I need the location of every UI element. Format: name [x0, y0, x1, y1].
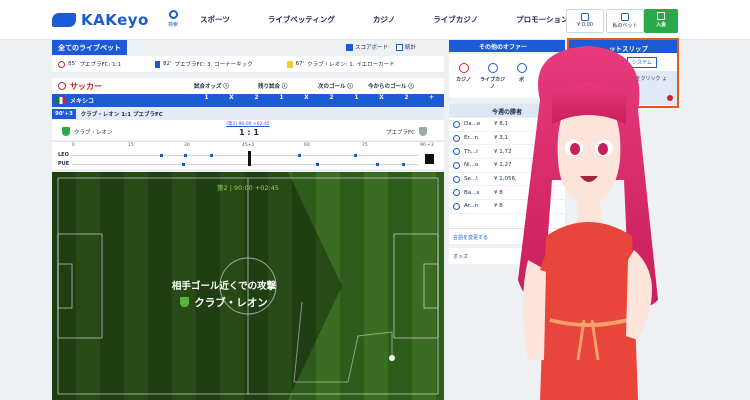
match-minute-badge: 90'+3 [52, 108, 76, 119]
mexico-flag-icon [56, 97, 66, 104]
end-marker [425, 154, 434, 164]
attack-team: クラブ・レオン [124, 295, 324, 310]
kakeyo-logo[interactable]: KAKeyo [52, 10, 149, 30]
market-next-goal[interactable]: 次のゴール ⓘ [318, 82, 353, 90]
event-marker [210, 154, 213, 157]
wallet-icon [657, 12, 665, 20]
top-bar: KAKeyo 検索 スポーツ ライブベッティング カジノ ライブカジノ プロモー… [0, 0, 750, 40]
event-item: 85' プエブラFC: 1:1 [58, 60, 121, 68]
event-marker [376, 163, 379, 166]
tick-label: 0 [72, 143, 75, 148]
current-time-marker [248, 151, 251, 166]
tick-label: 60 [304, 143, 310, 148]
balance-value: ¥ 0.00 [577, 22, 593, 28]
search-icon [168, 10, 178, 19]
cherry-icon [458, 63, 469, 73]
event-marker [184, 154, 187, 157]
event-marker [182, 163, 185, 166]
club-leon-crest-icon [62, 127, 70, 136]
pitch-clock: 第2 | 90:00 +02:45 [217, 184, 279, 192]
balance-button[interactable]: ¥ 0.00 [566, 9, 604, 33]
nav-casino[interactable]: カジノ [373, 14, 395, 25]
league-row[interactable]: メキシコ 1 X 2 1 X 2 1 X 2 + - [52, 94, 458, 107]
attack-banner: 相手ゴール近くでの攻撃 クラブ・レオン [124, 278, 324, 310]
tick-label: 90 +3 [420, 143, 434, 148]
scoreboard-label: スコアボード [355, 45, 389, 51]
my-bets-button[interactable]: 私のベット [606, 9, 644, 33]
user-icon [581, 13, 589, 21]
away-team: プエブラFC [386, 127, 428, 136]
home-code: LEO [58, 152, 69, 158]
event-marker [402, 163, 405, 166]
nav-promotions[interactable]: プロモーション [516, 14, 568, 25]
logo-mark-icon [52, 13, 76, 27]
scoreboard-checkbox[interactable] [346, 43, 353, 51]
soccer-ball-icon [58, 82, 66, 90]
nav-sports[interactable]: スポーツ [200, 14, 230, 25]
away-code: PUE [58, 161, 70, 167]
yellow-card-icon [286, 60, 293, 68]
tile-casino[interactable]: カジノ [449, 54, 478, 98]
deposit-button[interactable]: 入金 [644, 9, 678, 33]
home-track [72, 155, 418, 156]
main-nav: スポーツ ライブベッティング カジノ ライブカジノ プロモーション [200, 14, 607, 25]
nav-live-betting[interactable]: ライブベッティング [268, 14, 335, 25]
user-icon [453, 161, 460, 169]
scoreboard: クラブ・レオン (第2) 90:00 +02:45 1 : 1 プエブラFC [52, 120, 444, 140]
stats-checkbox[interactable] [396, 43, 404, 51]
search-label: 検索 [167, 22, 178, 28]
event-marker [316, 163, 319, 166]
event-marker [354, 154, 357, 157]
match-row[interactable]: 90'+3 クラブ・レオン 1:1 プエブラFC [52, 107, 444, 120]
live-betting-panel: 全てのライブベット スコアボード 統計 85' プエブラFC: 1:1 82' … [52, 38, 458, 400]
stats-label: 統計 [405, 45, 417, 51]
away-track [72, 164, 418, 165]
match-line: クラブ・レオン 1:1 プエブラFC [80, 111, 163, 118]
nav-live-casino[interactable]: ライブカジノ [433, 14, 478, 25]
event-marker [160, 154, 163, 157]
deposit-label: 入金 [655, 22, 666, 28]
all-live-bets-title[interactable]: 全てのライブベット [52, 40, 127, 55]
puebla-crest-icon [419, 127, 428, 136]
goal-icon [58, 60, 65, 68]
match-timeline: 0 15 30 45+1 60 75 90 +3 LEO PUE [52, 141, 444, 169]
match-score: 1 : 1 [239, 128, 259, 137]
user-icon [453, 120, 460, 128]
tick-label: 45+1 [242, 143, 255, 148]
user-icon [453, 148, 460, 156]
corner-flag-icon [154, 60, 160, 68]
home-team: クラブ・レオン [62, 127, 113, 136]
market-match-odds[interactable]: 試合オッズ ⓘ [194, 82, 229, 90]
logo-text: KAKeyo [81, 11, 149, 29]
attack-text: 相手ゴール近くでの攻撃 [171, 281, 277, 292]
odds-columns: 1 X 2 1 X 2 1 X 2 + - [204, 94, 457, 101]
live-pitch: 第2 | 90:00 +02:45 相手ゴール近くでの攻撃 クラブ・レオン [52, 172, 444, 400]
my-bets-label: 私のベット [612, 23, 638, 29]
club-leon-crest-icon [180, 297, 190, 307]
match-clock: (第2) 90:00 +02:45 [226, 122, 270, 127]
ticket-icon [621, 13, 629, 21]
view-toggles: スコアボード 統計 [346, 43, 416, 51]
streamer-avatar [518, 46, 658, 400]
tick-label: 75 [362, 143, 368, 148]
tick-label: 30 [184, 143, 190, 148]
event-item: 82' プエブラFC: 3. コーナーキック [154, 60, 253, 68]
event-item: 67' クラブ・レオン: 1. イエローカード [286, 60, 395, 68]
user-icon [453, 202, 460, 210]
user-icon [453, 175, 460, 183]
search-button[interactable]: 検索 [160, 10, 186, 32]
market-goals-from-now[interactable]: 今からのゴール ⓘ [368, 82, 414, 90]
tick-label: 15 [128, 143, 134, 148]
user-icon [453, 189, 460, 197]
event-ticker: 85' プエブラFC: 1:1 82' プエブラFC: 3. コーナーキック 6… [52, 56, 444, 72]
user-icon [453, 134, 460, 142]
sport-name: サッカー [70, 81, 102, 91]
market-rest-of-match[interactable]: 残り試合 ⓘ [258, 82, 287, 90]
timeline-ticks: 0 15 30 45+1 60 75 90 +3 [72, 143, 438, 150]
ball-marker [389, 355, 395, 361]
live-bets-header: 全てのライブベット スコアボード 統計 [52, 40, 444, 56]
event-marker [298, 154, 301, 157]
league-name: メキシコ [70, 98, 95, 105]
